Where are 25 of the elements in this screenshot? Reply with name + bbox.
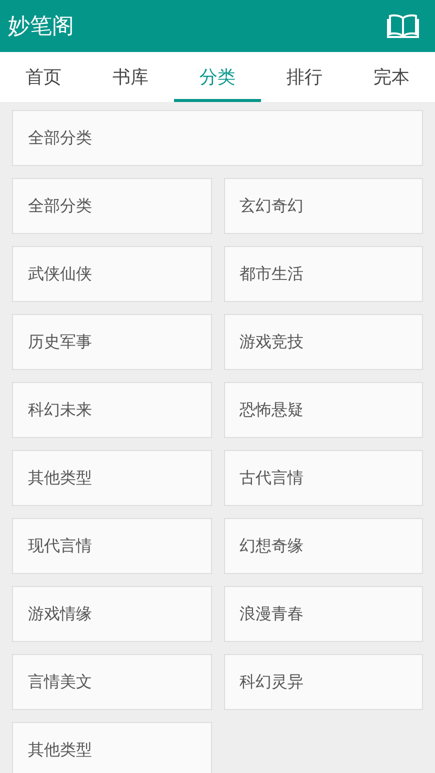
nav-tab[interactable]: 排行 [261, 52, 348, 102]
nav-tab[interactable]: 首页 [0, 52, 87, 102]
category-item[interactable]: 恐怖悬疑 [224, 382, 423, 438]
category-item[interactable]: 全部分类 [12, 178, 212, 234]
category-item[interactable]: 游戏情缘 [12, 586, 212, 642]
category-item[interactable]: 其他类型 [12, 450, 212, 506]
category-item[interactable]: 幻想奇缘 [224, 518, 423, 574]
category-item[interactable]: 现代言情 [12, 518, 212, 574]
nav-tab[interactable]: 完本 [348, 52, 435, 102]
category-item[interactable]: 全部分类 [12, 110, 423, 166]
category-item[interactable]: 浪漫青春 [224, 586, 423, 642]
category-item[interactable]: 游戏竞技 [224, 314, 423, 370]
category-item[interactable]: 其他类型 [12, 722, 212, 773]
app-title: 妙笔阁 [8, 12, 74, 40]
nav-tab[interactable]: 书库 [87, 52, 174, 102]
category-item[interactable]: 都市生活 [224, 246, 423, 302]
category-item[interactable]: 科幻灵异 [224, 654, 423, 710]
category-item[interactable]: 武侠仙侠 [12, 246, 212, 302]
book-icon[interactable] [387, 13, 419, 39]
category-item[interactable]: 历史军事 [12, 314, 212, 370]
category-item[interactable]: 科幻未来 [12, 382, 212, 438]
category-item[interactable]: 玄幻奇幻 [224, 178, 423, 234]
nav-tab[interactable]: 分类 [174, 52, 261, 102]
category-item[interactable]: 古代言情 [224, 450, 423, 506]
category-item[interactable]: 言情美文 [12, 654, 212, 710]
